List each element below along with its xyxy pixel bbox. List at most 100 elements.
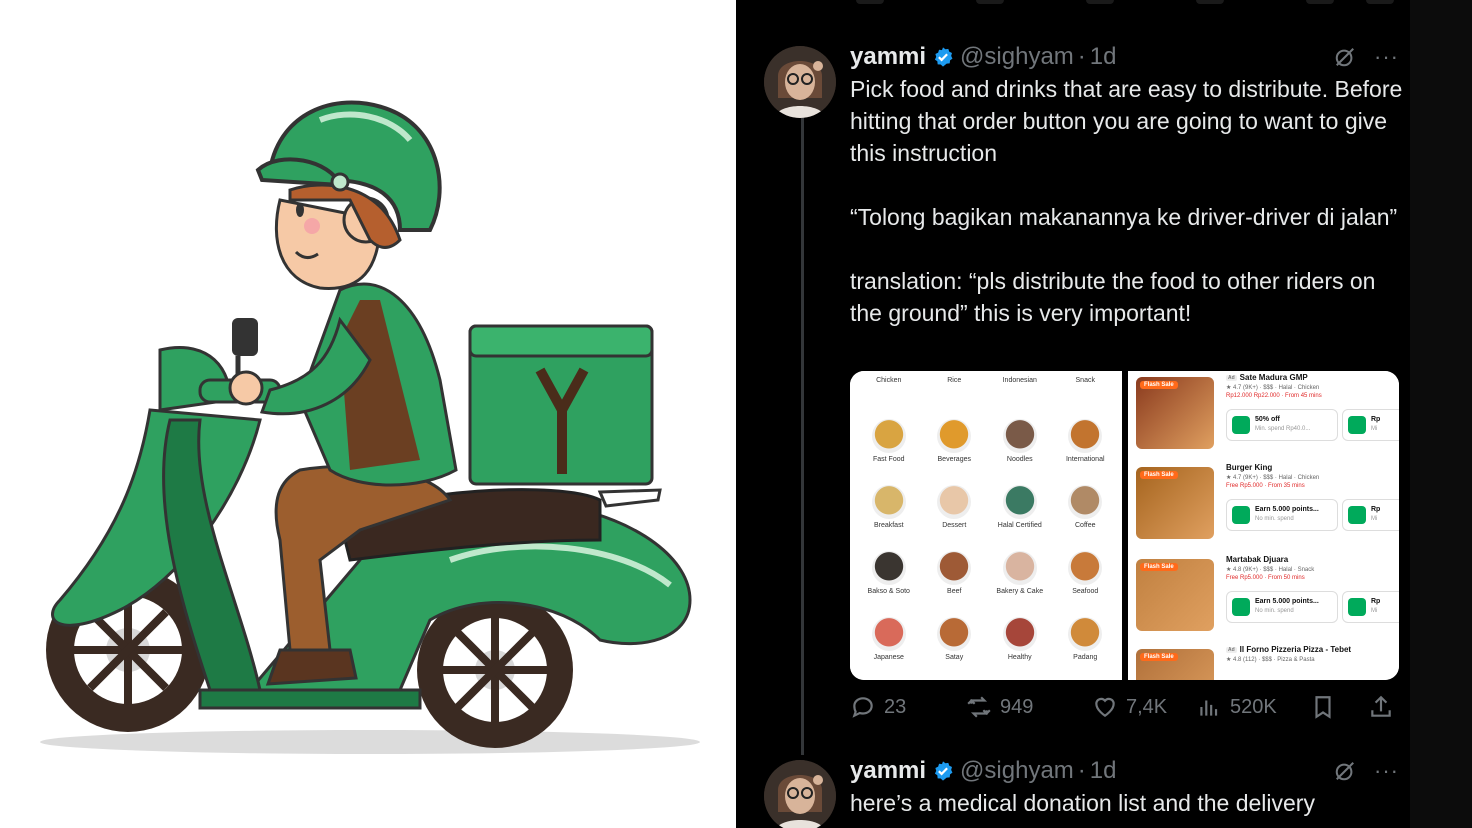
category-item[interactable]: Snack <box>1053 371 1119 415</box>
promo-icon <box>1232 598 1250 616</box>
category-item[interactable]: Satay <box>922 613 988 679</box>
reply-button[interactable]: 23 <box>850 690 906 724</box>
like-button[interactable]: 7,4K <box>1092 690 1167 724</box>
restaurant-name: Ad Sate Madura GMP <box>1226 373 1308 382</box>
promo-card-partial[interactable]: Rp Mi <box>1342 499 1399 531</box>
promo-icon <box>1348 598 1366 616</box>
handle[interactable]: @sighyam <box>960 43 1074 71</box>
restaurant-meta: ★ 4.8 (112) · $$$ · Pizza & Pasta <box>1226 657 1315 663</box>
category-item[interactable]: Seafood <box>1053 547 1119 613</box>
more-options-icon[interactable]: ··· <box>1374 44 1399 70</box>
category-item[interactable]: Halal Certified <box>987 481 1053 547</box>
category-food-icon <box>1002 617 1037 651</box>
bookmark-icon <box>1315 696 1331 719</box>
category-label: Healthy <box>1007 654 1032 661</box>
promo-title: Earn 5.000 points... <box>1255 598 1319 605</box>
flash-sale-badge: Flash Sale <box>1140 563 1178 571</box>
category-item[interactable]: Beverages <box>922 415 988 481</box>
flash-sale-badge: Flash Sale <box>1140 471 1178 479</box>
restaurant-thumbnail: Flash Sale <box>1136 559 1214 631</box>
views-count: 520K <box>1230 695 1277 718</box>
category-food-icon <box>871 551 906 585</box>
category-item[interactable]: Breakfast <box>856 481 922 547</box>
avatar[interactable] <box>764 46 836 118</box>
promo-card[interactable]: 50% off Min. spend Rp40.0... <box>1226 409 1338 441</box>
category-item[interactable]: International <box>1053 415 1119 481</box>
category-item[interactable]: Japanese <box>856 613 922 679</box>
ad-badge: Ad <box>1226 646 1237 653</box>
category-item[interactable]: Padang <box>1053 613 1119 679</box>
avatar[interactable] <box>764 760 836 828</box>
category-label: Beef <box>947 588 962 595</box>
promo-subtitle: Mi <box>1371 608 1378 614</box>
food-category-screenshot[interactable]: Chicken Rice Indonesian Snack Fast Food Bever… <box>850 371 1128 680</box>
share-button[interactable] <box>1368 690 1402 724</box>
promo-subtitle: Min. spend Rp40.0... <box>1255 426 1311 432</box>
category-label: Bakso & Soto <box>867 588 910 595</box>
promo-subtitle: Mi <box>1371 426 1378 432</box>
promo-title: Earn 5.000 points... <box>1255 506 1319 513</box>
handle[interactable]: @sighyam <box>960 757 1074 785</box>
category-item[interactable]: Bakso & Soto <box>856 547 922 613</box>
category-label: Satay <box>945 654 964 661</box>
restaurant-item[interactable]: Flash Sale Martabak Djuara ★ 4.8 (9K+) · $… <box>1136 555 1399 643</box>
category-item[interactable]: Coffee <box>1053 481 1119 547</box>
category-item[interactable]: Beef <box>922 547 988 613</box>
category-item[interactable]: Dessert <box>922 481 988 547</box>
category-item[interactable]: Chicken <box>856 371 922 415</box>
tweet-actions: 23 949 7,4K 520K <box>850 690 1406 724</box>
restaurant-thumbnail: Flash Sale <box>1136 377 1214 449</box>
restaurant-name: Martabak Djuara <box>1226 555 1289 564</box>
display-name[interactable]: yammi <box>850 43 926 71</box>
category-food-icon <box>871 617 906 651</box>
category-label: Breakfast <box>873 522 904 529</box>
more-options-icon[interactable]: ··· <box>1374 758 1399 784</box>
category-item[interactable]: Fast Food <box>856 415 922 481</box>
tweet-text: Pick food and drinks that are easy to di… <box>850 76 1403 326</box>
category-item[interactable]: Noodles <box>987 415 1053 481</box>
promo-title: Rp <box>1371 506 1381 513</box>
repost-button[interactable]: 949 <box>966 690 1033 724</box>
category-label: Coffee <box>1075 522 1096 529</box>
category-label: Halal Certified <box>997 522 1042 529</box>
delivery-rider-illustration <box>0 0 736 828</box>
views-button[interactable]: 520K <box>1196 690 1277 724</box>
promo-card[interactable]: Earn 5.000 points... No min. spend <box>1226 499 1338 531</box>
promo-card-partial[interactable]: Rp Mi <box>1342 409 1399 441</box>
restaurant-item[interactable]: Flash Sale Ad Sate Madura GMP ★ 4.7 (9K+) ·… <box>1136 373 1399 461</box>
display-name[interactable]: yammi <box>850 757 926 785</box>
bookmark-button[interactable] <box>1310 690 1344 724</box>
promo-card-partial[interactable]: Rp Mi <box>1342 591 1399 623</box>
category-label: Beverages <box>937 456 971 463</box>
restaurant-meta: ★ 4.7 (9K+) · $$$ · Halal · Chicken <box>1226 385 1320 391</box>
timestamp[interactable]: 1d <box>1090 757 1117 785</box>
tweet-media[interactable]: Chicken Rice Indonesian Snack Fast Food Bever… <box>850 371 1399 680</box>
promo-icon <box>1232 416 1250 434</box>
category-item[interactable]: Bakery & Cake <box>987 547 1053 613</box>
category-label: Rice <box>947 377 962 384</box>
timestamp[interactable]: 1d <box>1090 43 1117 71</box>
category-item[interactable]: Healthy <box>987 613 1053 679</box>
category-label: Japanese <box>873 654 904 661</box>
tweet-text: here’s a medical donation list and the d… <box>850 790 1315 816</box>
category-food-icon <box>937 551 972 585</box>
grok-icon[interactable] <box>1334 46 1356 68</box>
category-label: Fast Food <box>872 456 905 463</box>
grok-icon[interactable] <box>1334 760 1356 782</box>
reply-count: 23 <box>884 695 907 718</box>
promo-card[interactable]: Earn 5.000 points... No min. spend <box>1226 591 1338 623</box>
category-label: Padang <box>1073 654 1098 661</box>
reply-icon <box>852 697 873 718</box>
separator-dot: · <box>1077 757 1086 784</box>
category-item[interactable]: Indonesian <box>987 371 1053 415</box>
restaurant-list-screenshot[interactable]: Flash Sale Ad Sate Madura GMP ★ 4.7 (9K+) ·… <box>1128 371 1399 680</box>
restaurant-item[interactable]: Flash Sale Burger King ★ 4.7 (9K+) · $$$ ·… <box>1136 463 1399 551</box>
category-food-icon <box>1068 551 1103 585</box>
category-label: Bakery & Cake <box>996 588 1044 595</box>
delivery-fee: Rp12.000 Rp22.000 · From 45 mins <box>1226 393 1322 399</box>
category-item[interactable]: Rice <box>922 371 988 415</box>
restaurant-item[interactable]: Flash Sale Ad Il Forno Pizzeria Pizza - Te… <box>1136 645 1398 680</box>
views-chart-icon <box>1200 700 1218 716</box>
restaurant-thumbnail: Flash Sale <box>1136 467 1214 539</box>
flash-sale-badge: Flash Sale <box>1140 653 1178 661</box>
